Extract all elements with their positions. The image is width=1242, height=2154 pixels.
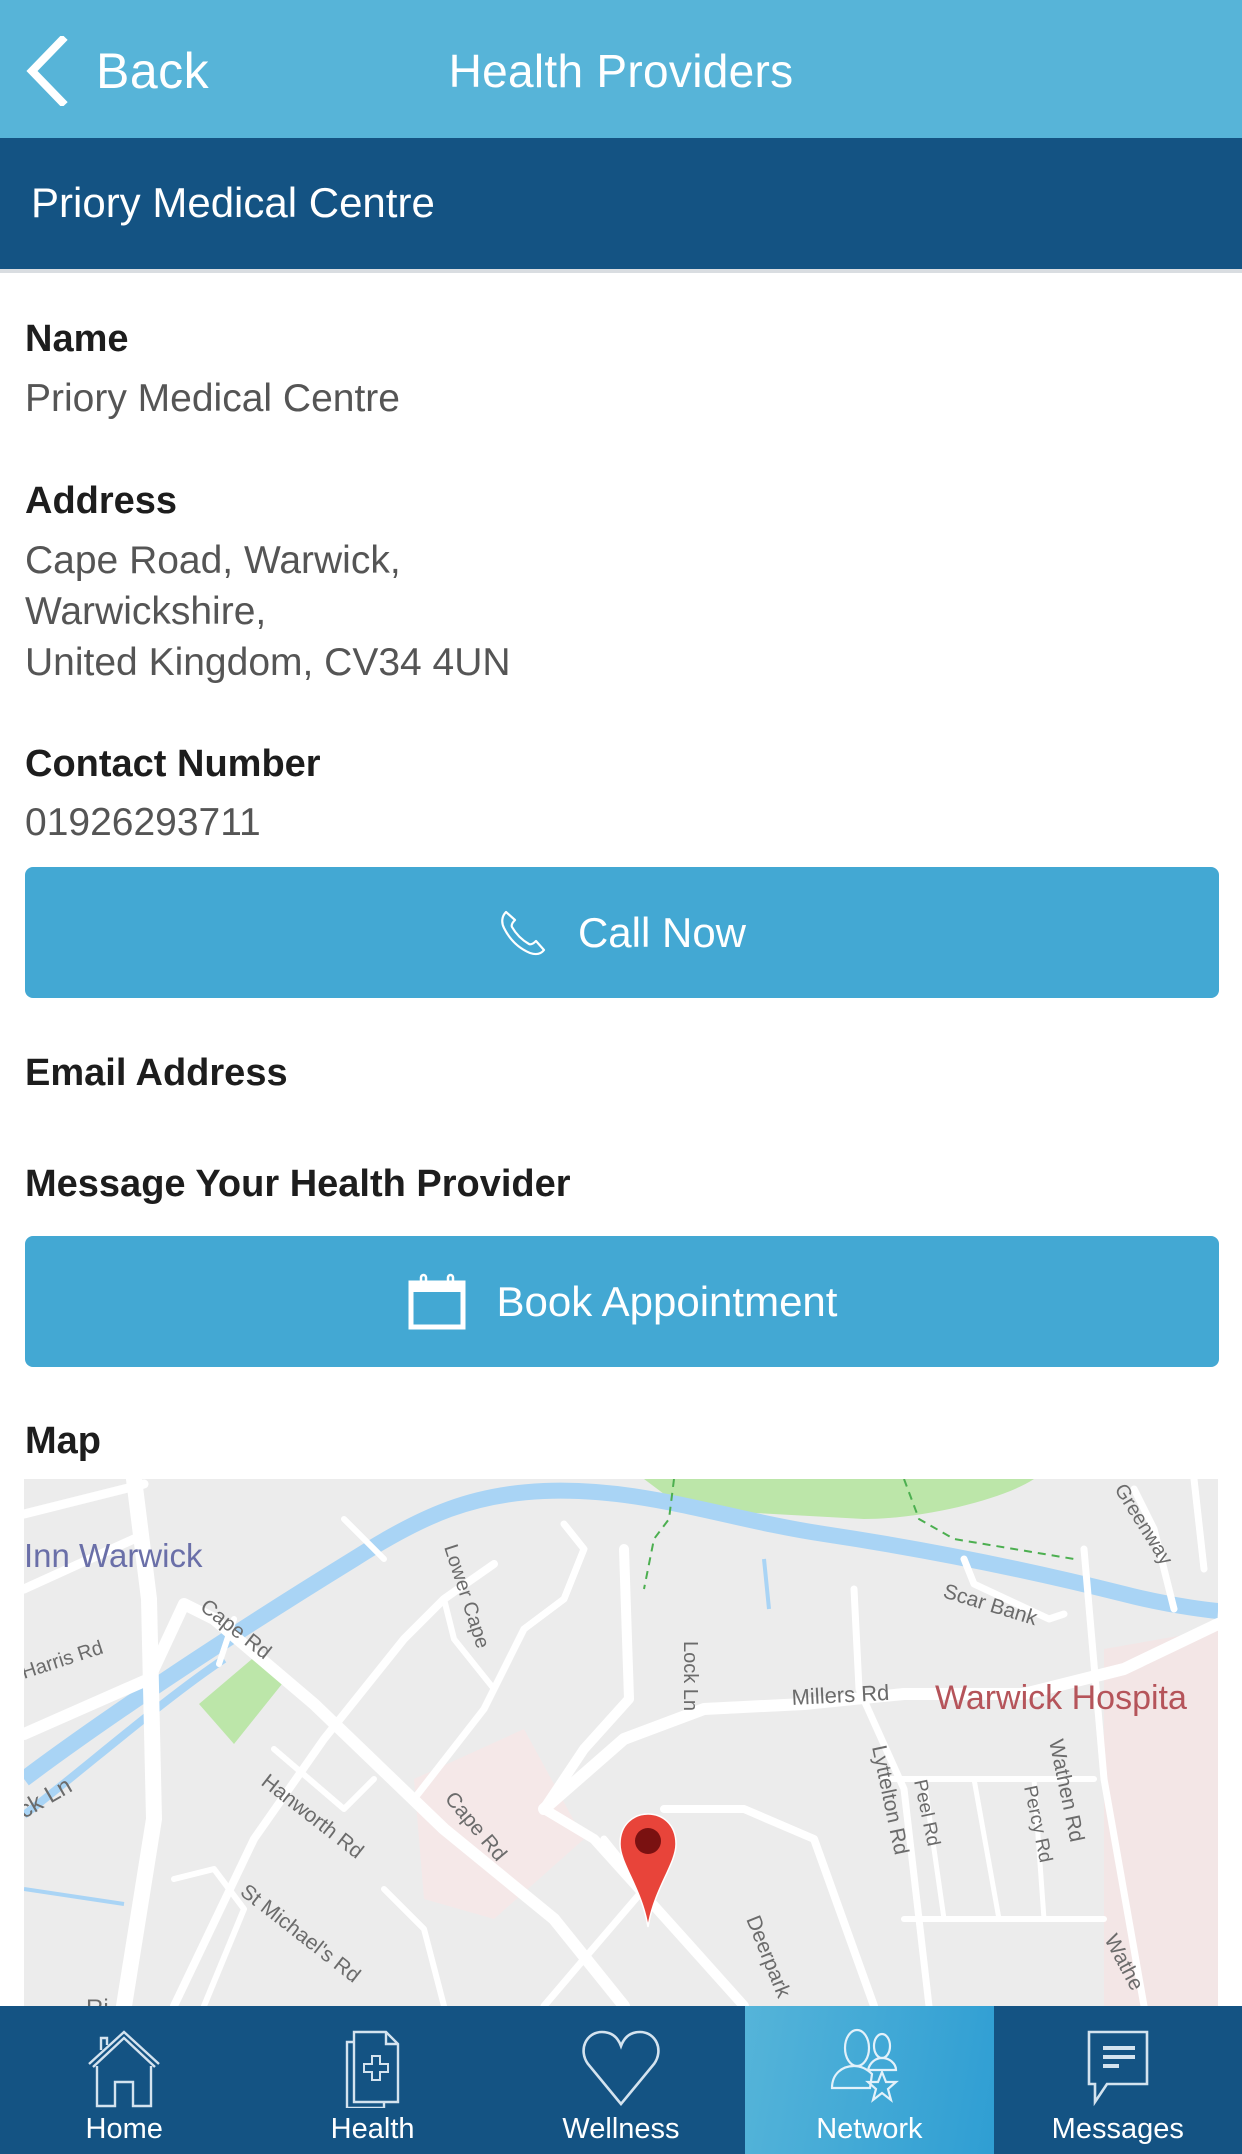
phone-icon [501, 910, 546, 955]
provider-header-title: Priory Medical Centre [31, 179, 435, 226]
address-line: Warwickshire, [25, 590, 267, 633]
book-appointment-label: Book Appointment [496, 1277, 838, 1325]
messages-icon [1087, 2030, 1149, 2107]
message-provider-label: Message Your Health Provider [25, 1163, 571, 1205]
heart-icon [582, 2030, 660, 2107]
name-value: Priory Medical Centre [25, 377, 400, 420]
map-label-peel-rd: Peel Rd [909, 1778, 944, 1848]
location-map[interactable]: Inn Warwick Harris Rd Cape Rd Cape Rd Lo… [24, 1479, 1218, 2006]
map-label-inn-warwick: Inn Warwick [24, 1537, 203, 1574]
map-label-lock-ln: Lock Ln [679, 1641, 701, 1711]
address-value: Cape Road, Warwick, Warwickshire, United… [25, 535, 511, 688]
tab-wellness[interactable]: Wellness [497, 2006, 745, 2154]
map-label: Map [25, 1420, 101, 1462]
map-label-warwick-hospital: Warwick Hospita [935, 1679, 1187, 1717]
stream [24, 1887, 125, 1906]
map-label-percy-rd: Percy Rd [1019, 1784, 1056, 1865]
map-label-deerpark: Deerpark [741, 1912, 795, 2001]
calendar-icon [408, 1273, 466, 1329]
name-label: Name [25, 318, 129, 360]
map-label-greenway: Greenway [1110, 1480, 1177, 1569]
map-label-fragment: Ri [86, 1995, 109, 2006]
tab-bar: Home Health Wellness Network Messages [0, 2006, 1242, 2154]
tab-network-label: Network [816, 2113, 923, 2145]
tab-network[interactable]: Network [745, 2006, 994, 2154]
network-icon [831, 2028, 900, 2103]
call-now-button[interactable]: Call Now [25, 867, 1219, 998]
map-label-wathen-rd: Wathen Rd [1044, 1737, 1088, 1844]
roads [24, 1479, 1218, 2006]
address-line: United Kingdom, CV34 4UN [25, 641, 511, 684]
email-address-label: Email Address [25, 1052, 288, 1094]
tab-messages-label: Messages [1051, 2113, 1184, 2145]
stream [762, 1558, 771, 1610]
navigation-bar: Back Health Providers [0, 0, 1242, 138]
address-line: Cape Road, Warwick, [25, 539, 401, 582]
tab-home-label: Home [85, 2113, 163, 2145]
map-label-harris-rd: Harris Rd [24, 1637, 106, 1684]
map-label-st-michaels-rd: St Michael's Rd [236, 1880, 365, 1988]
provider-header: Priory Medical Centre [0, 138, 1242, 273]
health-record-icon [345, 2030, 399, 2108]
contact-number-label: Contact Number [25, 743, 321, 785]
tab-messages[interactable]: Messages [994, 2006, 1242, 2154]
book-appointment-button[interactable]: Book Appointment [25, 1236, 1219, 1367]
tab-wellness-label: Wellness [562, 2113, 680, 2145]
page-title: Health Providers [448, 45, 794, 97]
address-label: Address [25, 480, 178, 522]
map-label-millers-rd: Millers Rd [791, 1680, 890, 1710]
map-label-scar-bank: Scar Bank [941, 1580, 1041, 1630]
tab-health[interactable]: Health [248, 2006, 496, 2154]
map-canvas[interactable]: Inn Warwick Harris Rd Cape Rd Cape Rd Lo… [24, 1479, 1218, 2006]
tab-health-label: Health [330, 2113, 415, 2145]
home-icon [88, 2030, 160, 2108]
call-now-label: Call Now [577, 908, 747, 956]
contact-number-value[interactable]: 01926293711 [25, 797, 261, 848]
tab-home[interactable]: Home [0, 2006, 248, 2154]
